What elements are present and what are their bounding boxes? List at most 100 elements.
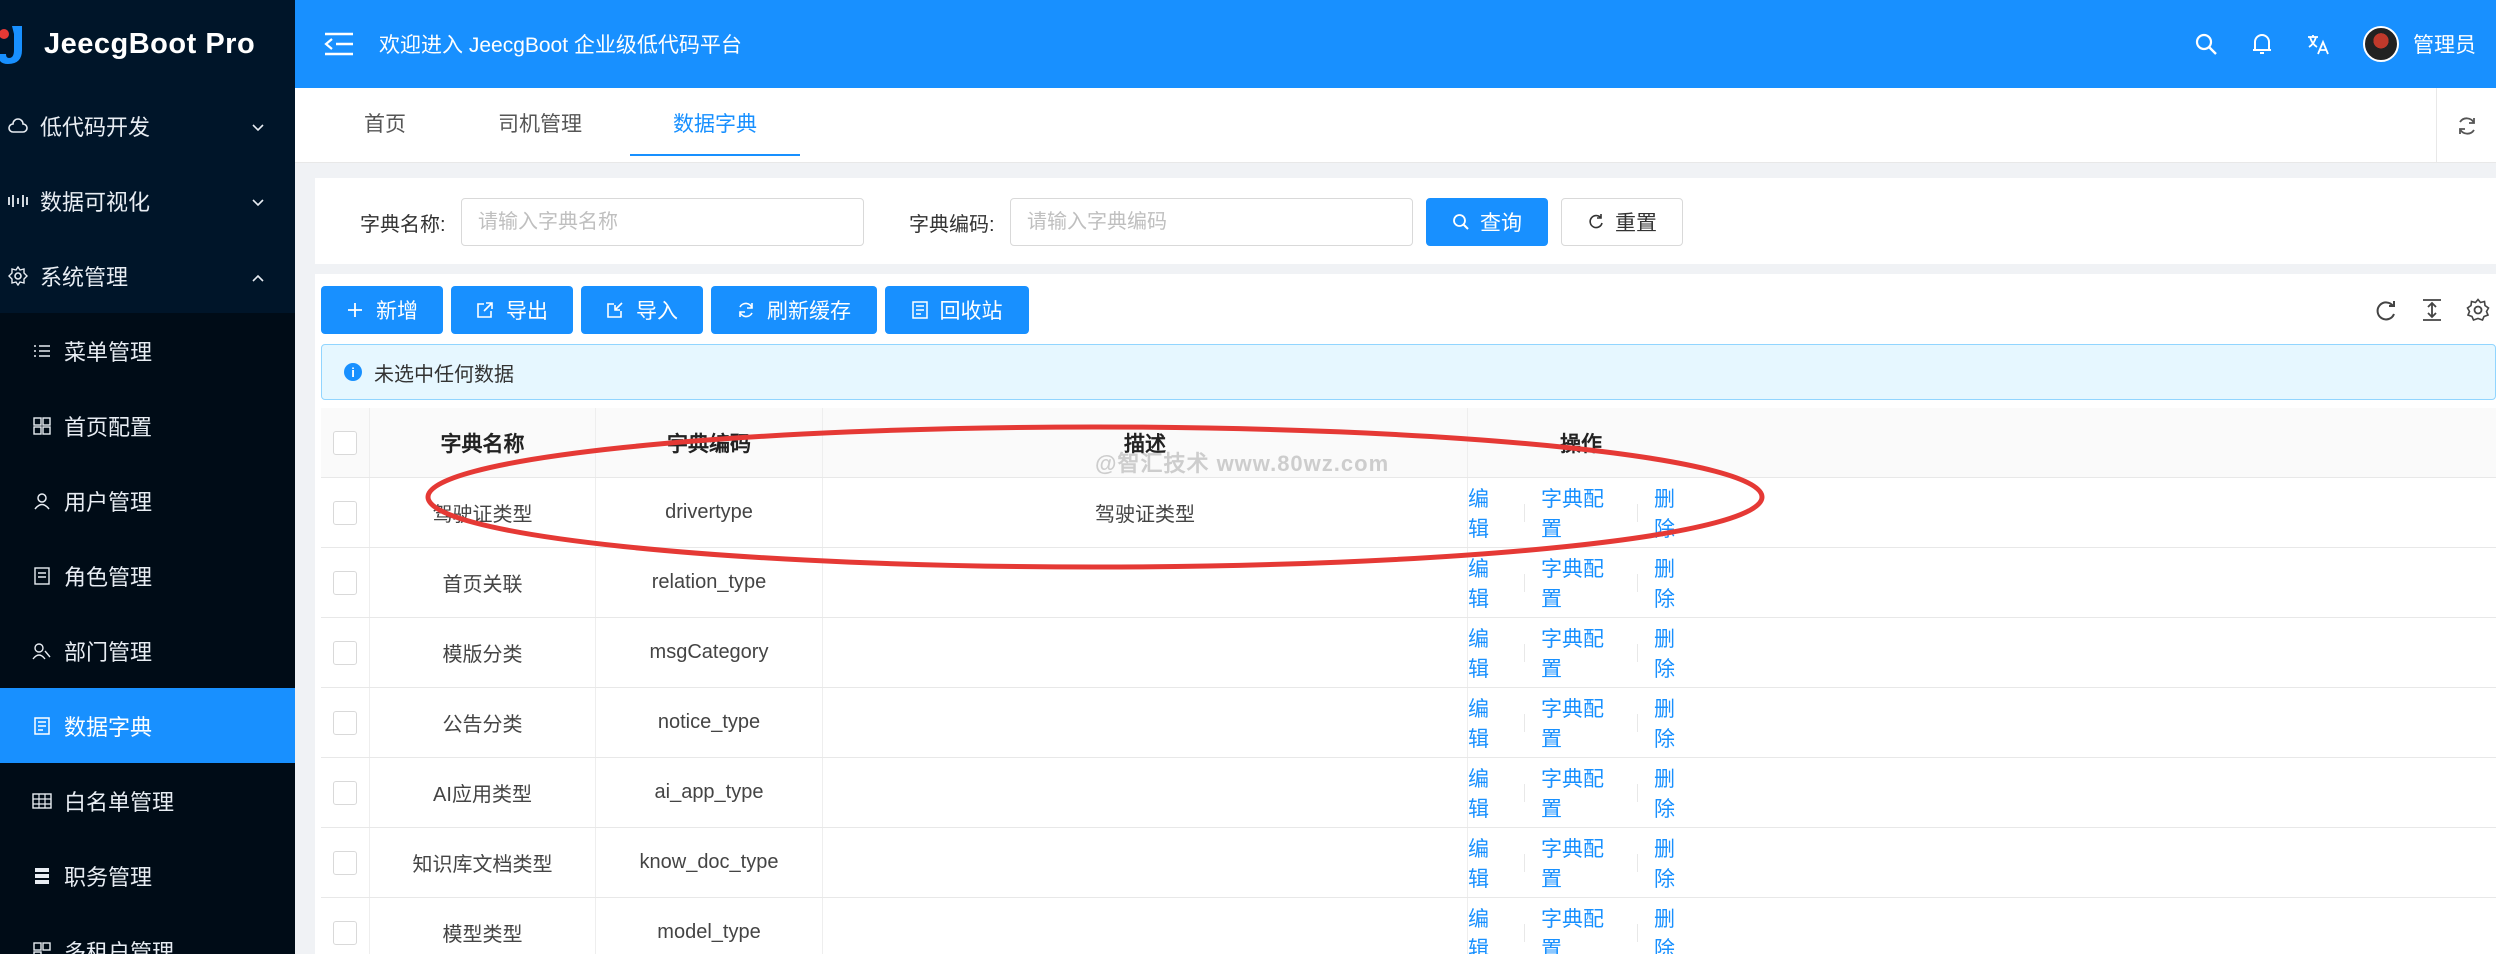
divider [1524, 853, 1525, 872]
watermark: @智汇技术 www.80wz.com [1095, 451, 1390, 476]
divider [1524, 643, 1525, 662]
edit-link[interactable]: 编辑 [1468, 903, 1508, 954]
import-button-label: 导入 [636, 300, 678, 323]
edit-link[interactable]: 编辑 [1468, 763, 1508, 823]
row-checkbox[interactable] [333, 640, 357, 665]
delete-link[interactable]: 删除 [1654, 623, 1694, 683]
sidebar-item-system[interactable]: 系统管理 [0, 238, 295, 313]
recycle-bin-icon [911, 301, 928, 319]
user-name[interactable]: 管理员 [2413, 29, 2476, 59]
add-button[interactable]: 新增 [321, 286, 443, 334]
dict-config-link[interactable]: 字典配置 [1541, 553, 1621, 613]
refresh-icon[interactable] [2436, 88, 2496, 163]
recycle-bin-label: 回收站 [939, 300, 1003, 323]
search-icon[interactable] [2191, 29, 2221, 59]
delete-link[interactable]: 删除 [1654, 903, 1694, 954]
cell-actions: 编辑 字典配置 删除 [1468, 688, 1694, 757]
sidebar-item-dictionary[interactable]: 数据字典 [0, 688, 295, 763]
menu-fold-icon[interactable] [323, 28, 355, 60]
table-row: 知识库文档类型 know_doc_type 编辑 字典配置 删除 [321, 828, 2496, 898]
cell-actions: 编辑 字典配置 删除 [1468, 548, 1694, 617]
book-icon [30, 714, 54, 738]
cell-dict-name: 模版分类 [370, 618, 596, 687]
import-icon [606, 301, 624, 319]
delete-link[interactable]: 删除 [1654, 553, 1694, 613]
dict-config-link[interactable]: 字典配置 [1541, 623, 1621, 683]
table-row: 驾驶证类型 drivertype 驾驶证类型 编辑 字典配置 删除 [321, 478, 2496, 548]
cell-dict-code: relation_type [596, 548, 823, 617]
reset-button[interactable]: 重置 [1561, 198, 1683, 246]
divider [1524, 783, 1525, 802]
row-select-cell [321, 478, 370, 547]
refresh-cache-button[interactable]: 刷新缓存 [711, 286, 877, 334]
divider [1637, 643, 1638, 662]
dict-code-input[interactable] [1010, 198, 1413, 246]
row-checkbox[interactable] [333, 710, 357, 735]
recycle-bin-button[interactable]: 回收站 [885, 286, 1029, 334]
dict-config-link[interactable]: 字典配置 [1541, 483, 1621, 543]
sidebar-item-dataviz[interactable]: 数据可视化 [0, 163, 295, 238]
delete-link[interactable]: 删除 [1654, 763, 1694, 823]
row-checkbox[interactable] [333, 920, 357, 945]
edit-link[interactable]: 编辑 [1468, 623, 1508, 683]
user-icon [30, 489, 54, 513]
export-button[interactable]: 导出 [451, 286, 573, 334]
row-checkbox[interactable] [333, 570, 357, 595]
dict-name-input[interactable] [461, 198, 864, 246]
tab-dictionary[interactable]: 数据字典 [630, 88, 800, 156]
sidebar-item-label: 白名单管理 [64, 789, 175, 815]
tenant-icon [30, 939, 54, 954]
tab-home[interactable]: 首页 [335, 88, 435, 156]
edit-link[interactable]: 编辑 [1468, 483, 1508, 543]
row-checkbox[interactable] [333, 850, 357, 875]
delete-link[interactable]: 删除 [1654, 483, 1694, 543]
sidebar-item-home-config[interactable]: 首页配置 [0, 388, 295, 463]
sidebar-item-positions[interactable]: 职务管理 [0, 838, 295, 913]
chevron-down-icon [251, 113, 265, 139]
logo[interactable]: JeecgBoot Pro [0, 0, 295, 88]
avatar[interactable] [2363, 26, 2399, 62]
column-height-icon[interactable] [2414, 292, 2450, 328]
edit-link[interactable]: 编辑 [1468, 693, 1508, 753]
cell-dict-name: 公告分类 [370, 688, 596, 757]
sidebar-item-lowcode[interactable]: 低代码开发 [0, 88, 295, 163]
divider [1524, 923, 1525, 942]
divider [1637, 503, 1638, 522]
query-button[interactable]: 查询 [1426, 198, 1548, 246]
bell-icon[interactable] [2247, 29, 2277, 59]
sidebar-item-departments[interactable]: 部门管理 [0, 613, 295, 688]
translate-icon[interactable] [2303, 29, 2333, 59]
sidebar-item-users[interactable]: 用户管理 [0, 463, 295, 538]
team-icon [30, 639, 54, 663]
sidebar-item-whitelist[interactable]: 白名单管理 [0, 763, 295, 838]
chevron-up-icon [251, 263, 265, 289]
edit-link[interactable]: 编辑 [1468, 833, 1508, 893]
dict-config-link[interactable]: 字典配置 [1541, 693, 1621, 753]
cell-actions: 编辑 字典配置 删除 [1468, 898, 1694, 954]
row-checkbox[interactable] [333, 780, 357, 805]
delete-link[interactable]: 删除 [1654, 693, 1694, 753]
gear-icon [6, 264, 30, 288]
dict-config-link[interactable]: 字典配置 [1541, 903, 1621, 954]
reload-icon[interactable] [2368, 292, 2404, 328]
sidebar-item-roles[interactable]: 角色管理 [0, 538, 295, 613]
select-all-checkbox[interactable] [333, 430, 357, 455]
dict-config-link[interactable]: 字典配置 [1541, 763, 1621, 823]
cell-dict-desc [823, 548, 1468, 617]
delete-link[interactable]: 删除 [1654, 833, 1694, 893]
row-select-cell [321, 898, 370, 954]
dict-config-link[interactable]: 字典配置 [1541, 833, 1621, 893]
tab-driver-management[interactable]: 司机管理 [465, 88, 615, 156]
table-row: 公告分类 notice_type 编辑 字典配置 删除 [321, 688, 2496, 758]
sidebar-item-label: 菜单管理 [64, 339, 153, 365]
row-checkbox[interactable] [333, 500, 357, 525]
search-form: 字典名称: 字典编码: 查询 重置 [315, 178, 2496, 264]
edit-link[interactable]: 编辑 [1468, 553, 1508, 613]
sidebar-item-tenants[interactable]: 多租户管理 [0, 913, 295, 954]
role-icon [30, 564, 54, 588]
chevron-down-icon [251, 188, 265, 214]
settings-icon[interactable] [2460, 292, 2496, 328]
row-select-cell [321, 688, 370, 757]
import-button[interactable]: 导入 [581, 286, 703, 334]
sidebar-item-menu[interactable]: 菜单管理 [0, 313, 295, 388]
